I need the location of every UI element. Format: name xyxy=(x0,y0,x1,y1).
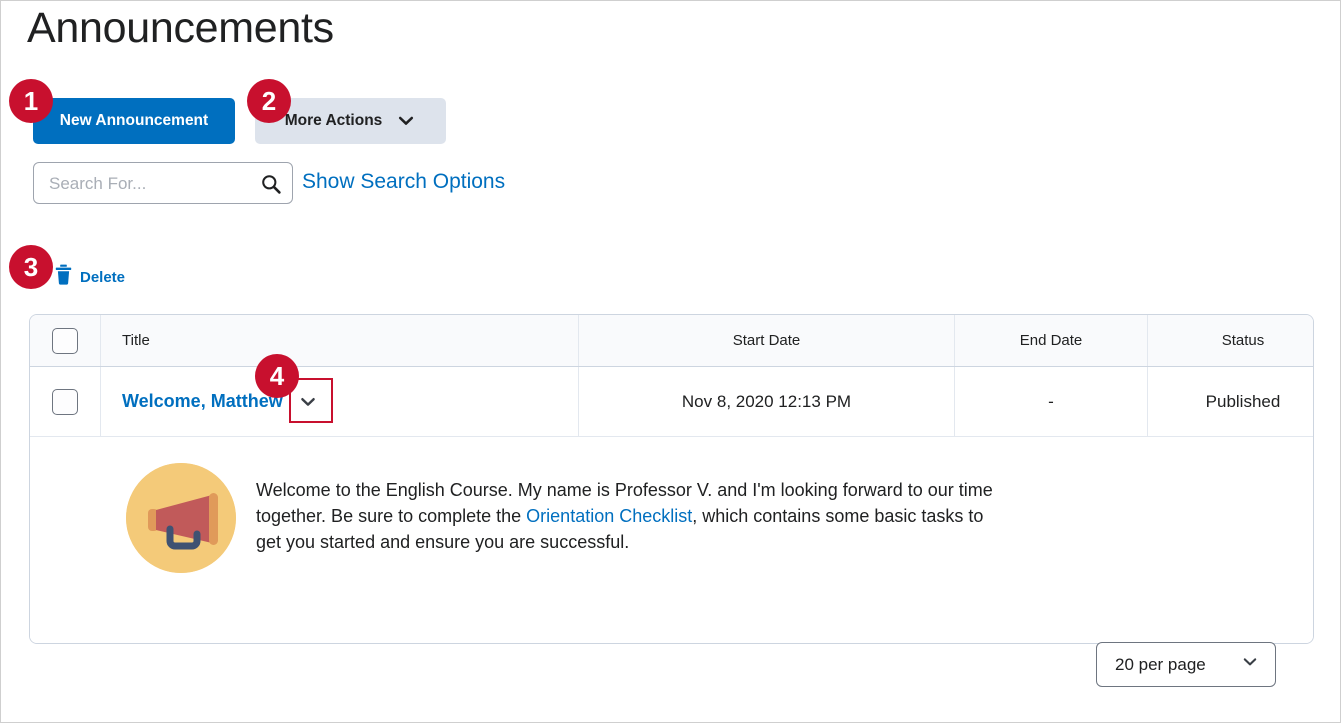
callout-badge-1: 1 xyxy=(9,79,53,123)
more-actions-label: More Actions xyxy=(284,112,383,129)
per-page-label: 20 per page xyxy=(1115,654,1206,674)
new-announcement-button[interactable]: New Announcement xyxy=(33,98,235,144)
callout-badge-3: 3 xyxy=(9,245,53,289)
row-expand-chevron[interactable] xyxy=(293,387,323,417)
announcements-table: Title Start Date End Date Status Welcome… xyxy=(29,314,1314,644)
table-header-title: Title xyxy=(100,315,579,367)
row-checkbox[interactable] xyxy=(52,388,78,415)
show-search-options-link[interactable]: Show Search Options xyxy=(302,170,505,194)
row-status: Published xyxy=(1147,366,1313,437)
delete-label: Delete xyxy=(80,268,126,286)
chevron-down-icon xyxy=(1241,653,1259,676)
table-header-row: Title Start Date End Date Status xyxy=(30,315,1313,367)
delete-button[interactable]: Delete xyxy=(55,264,125,290)
table-header-select xyxy=(30,315,101,367)
search-icon[interactable] xyxy=(256,169,286,199)
callout-badge-2: 2 xyxy=(247,79,291,123)
select-all-checkbox[interactable] xyxy=(52,327,78,354)
row-start-date: Nov 8, 2020 12:13 PM xyxy=(578,366,955,437)
callout-badge-4: 4 xyxy=(255,354,299,398)
table-row: Welcome, Matthew Nov 8, 2020 12:13 PM - … xyxy=(30,366,1313,437)
row-title-cell: Welcome, Matthew xyxy=(100,366,579,437)
table-header-status: Status xyxy=(1147,315,1313,367)
row-end-date: - xyxy=(954,366,1148,437)
chevron-down-icon xyxy=(396,111,416,131)
table-header-end-date: End Date xyxy=(954,315,1148,367)
page-title: Announcements xyxy=(27,4,334,52)
announcement-body-cell: Welcome to the English Course. My name i… xyxy=(30,436,1313,643)
trash-icon xyxy=(55,264,72,290)
megaphone-icon xyxy=(126,463,236,573)
per-page-dropdown[interactable]: 20 per page xyxy=(1096,642,1276,687)
announcement-title-link[interactable]: Welcome, Matthew xyxy=(122,391,283,412)
table-header-start-date: Start Date xyxy=(578,315,955,367)
search-input[interactable] xyxy=(47,163,251,205)
row-select-cell xyxy=(30,366,101,437)
orientation-checklist-link[interactable]: Orientation Checklist xyxy=(526,506,692,526)
announcements-page: Announcements New Announcement More Acti… xyxy=(0,0,1341,723)
announcement-body-text: Welcome to the English Course. My name i… xyxy=(256,463,996,555)
search-box xyxy=(33,162,293,205)
announcement-body-row: Welcome to the English Course. My name i… xyxy=(30,436,1313,643)
new-announcement-label: New Announcement xyxy=(59,112,209,129)
